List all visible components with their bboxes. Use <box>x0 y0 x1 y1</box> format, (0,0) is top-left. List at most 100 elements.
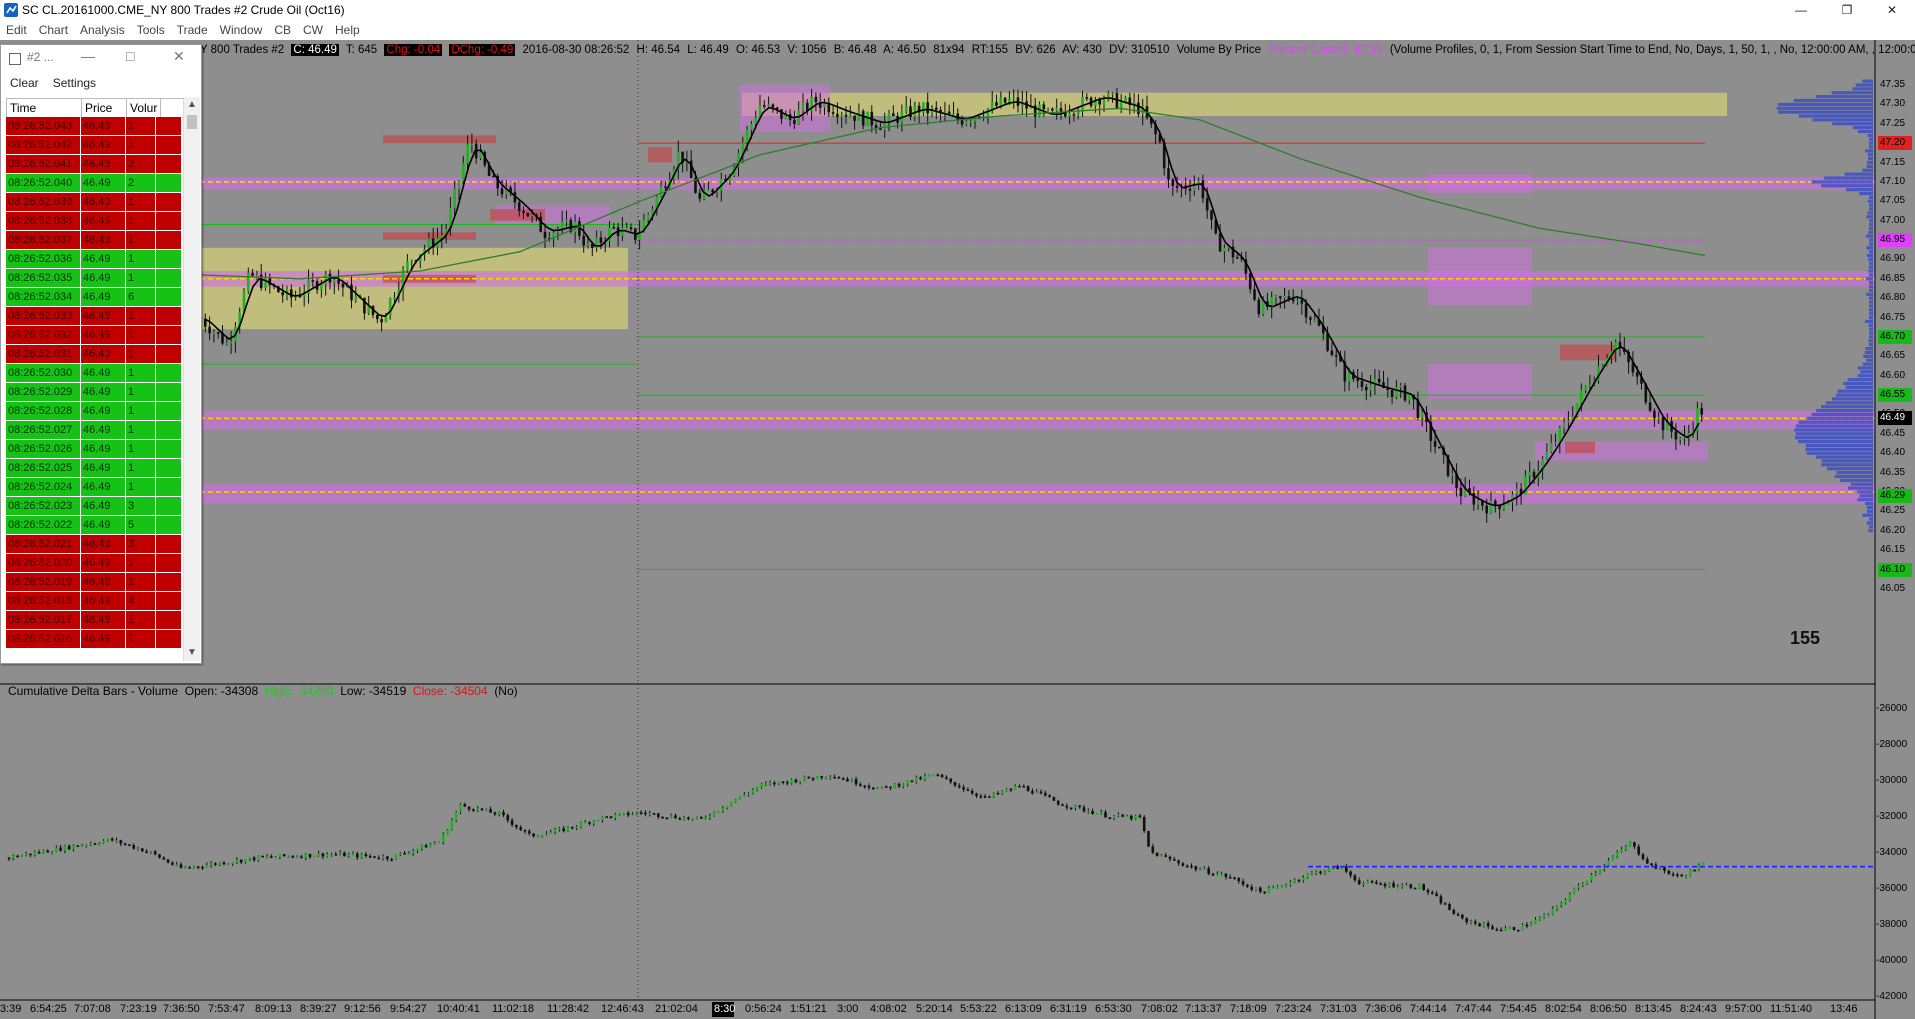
tns-row[interactable]: 08:26:52.040 46.49 2 <box>6 174 184 193</box>
delta-bar <box>270 856 273 858</box>
delta-bar <box>1276 885 1279 888</box>
tns-row[interactable]: 08:26:52.024 46.49 1 <box>6 478 184 497</box>
delta-bar <box>1517 930 1520 932</box>
col-volume[interactable]: Volur <box>127 99 161 117</box>
menu-trade[interactable]: Trade <box>171 20 214 40</box>
price-tick-label: 47.35 <box>1880 79 1906 90</box>
candle-body <box>990 102 994 109</box>
tns-row[interactable]: 08:26:52.016 46.49 1 <box>6 630 184 649</box>
time-tick-label: 12:46:43 <box>601 1003 644 1015</box>
delta-bar <box>923 776 927 780</box>
delta-bar <box>115 840 118 842</box>
chart-area[interactable] <box>0 40 1915 1019</box>
restore-button[interactable]: ❐ <box>1824 0 1870 20</box>
tns-row[interactable]: 08:26:52.042 46.49 1 <box>6 136 184 155</box>
delta-bar <box>1697 865 1701 870</box>
tns-settings-menu[interactable]: Settings <box>44 74 101 92</box>
tns-row[interactable]: 08:26:52.030 46.49 1 <box>6 364 184 383</box>
tns-row[interactable]: 08:26:52.028 46.49 1 <box>6 402 184 421</box>
menu-cw[interactable]: CW <box>297 20 329 40</box>
delta-bar <box>1478 923 1481 927</box>
tns-row[interactable]: 08:26:52.018 46.49 4 <box>6 592 184 611</box>
delta-bar <box>205 865 209 868</box>
tns-row[interactable]: 08:26:52.032 46.49 1 <box>6 326 184 345</box>
tns-row[interactable]: 08:26:52.025 46.49 1 <box>6 459 184 478</box>
tns-row[interactable]: 08:26:52.022 46.49 5 <box>6 516 184 535</box>
tns-extra <box>156 288 182 306</box>
delta-bar <box>1302 877 1305 881</box>
tns-row[interactable]: 08:26:52.031 46.49 1 <box>6 345 184 364</box>
time-tick-label: 7:53:47 <box>208 1003 245 1015</box>
delta-bar <box>1564 899 1567 903</box>
time-tick-label: 7:36:06 <box>1365 1003 1402 1015</box>
delta-bar <box>837 777 841 779</box>
tns-row[interactable]: 08:26:52.038 46.49 1 <box>6 212 184 231</box>
tns-row[interactable]: 08:26:52.033 46.49 1 <box>6 307 184 326</box>
menu-cb[interactable]: CB <box>268 20 297 40</box>
time-and-sales-window[interactable]: #2 ... — □ ✕ Clear Settings Time Price Vo… <box>0 44 202 664</box>
tns-row[interactable]: 08:26:52.023 46.49 3 <box>6 497 184 516</box>
volume-profile-bar <box>1869 335 1873 339</box>
scroll-down-icon[interactable]: ▼ <box>184 645 200 661</box>
tns-row[interactable]: 08:26:52.034 46.49 6 <box>6 288 184 307</box>
delta-bar <box>1001 791 1004 794</box>
header-ask: A: 46.50 <box>883 44 926 56</box>
delta-bar <box>454 811 458 821</box>
candle-body <box>208 326 211 334</box>
tns-row[interactable]: 08:26:52.019 46.49 1 <box>6 573 184 592</box>
tns-row[interactable]: 08:26:52.035 46.49 1 <box>6 269 184 288</box>
volume-profile-bar <box>1806 451 1873 455</box>
scroll-thumb[interactable] <box>187 115 197 129</box>
col-time[interactable]: Time <box>7 99 82 117</box>
time-tick-label: 7:07:08 <box>74 1003 111 1015</box>
delta-bar <box>1151 846 1155 853</box>
menu-window[interactable]: Window <box>214 20 269 40</box>
tns-row[interactable]: 08:26:52.021 46.49 3 <box>6 535 184 554</box>
menu-chart[interactable]: Chart <box>33 20 74 40</box>
delta-bar <box>33 852 37 855</box>
tns-time: 08:26:52.032 <box>6 326 81 344</box>
price-marker-label: 46.49 <box>1878 411 1912 426</box>
tns-clear-menu[interactable]: Clear <box>1 74 44 92</box>
volume-profile-bar <box>1848 486 1873 490</box>
candle-body <box>849 115 852 117</box>
tns-row[interactable]: 08:26:52.027 46.49 1 <box>6 421 184 440</box>
tns-row[interactable]: 08:26:52.036 46.49 1 <box>6 250 184 269</box>
tns-close-icon[interactable]: ✕ <box>173 48 185 65</box>
tns-minimize-icon[interactable]: — <box>81 48 95 64</box>
menu-analysis[interactable]: Analysis <box>74 20 131 40</box>
delta-bar <box>626 812 630 816</box>
scroll-up-icon[interactable]: ▲ <box>184 97 200 113</box>
tns-scrollbar[interactable]: ▲ ▼ <box>183 97 200 661</box>
tns-row[interactable]: 08:26:52.020 46.49 1 <box>6 554 184 573</box>
delta-bar <box>338 852 342 855</box>
tns-titlebar[interactable]: #2 ... — □ ✕ <box>1 45 201 71</box>
tns-time: 08:26:52.029 <box>6 383 81 401</box>
minimize-button[interactable]: — <box>1778 0 1824 20</box>
delta-bar <box>386 856 389 860</box>
col-price[interactable]: Price <box>82 99 127 117</box>
tns-time: 08:26:52.041 <box>6 155 81 173</box>
delta-bar <box>1646 859 1649 864</box>
close-button[interactable]: ✕ <box>1869 0 1915 20</box>
tns-row[interactable]: 08:26:52.017 46.49 1 <box>6 611 184 630</box>
volume-profile-bar <box>1867 133 1873 137</box>
tns-row[interactable]: 08:26:52.029 46.49 1 <box>6 383 184 402</box>
menu-help[interactable]: Help <box>329 20 366 40</box>
tns-row[interactable]: 08:26:52.039 46.49 1 <box>6 193 184 212</box>
tns-price: 46.49 <box>81 174 126 192</box>
tns-row[interactable]: 08:26:52.026 46.49 1 <box>6 440 184 459</box>
header-size: 81x94 <box>933 44 965 56</box>
tns-row[interactable]: 08:26:52.037 46.49 1 <box>6 231 184 250</box>
candle-body <box>470 143 474 146</box>
tns-maximize-icon[interactable]: □ <box>126 48 134 64</box>
delta-bar <box>863 785 866 788</box>
price-tick-label: 47.25 <box>1880 117 1906 129</box>
tns-row[interactable]: 08:26:52.043 46.49 1 <box>6 117 184 136</box>
delta-bar <box>691 818 694 820</box>
volume-profile-bar <box>1868 339 1873 343</box>
menu-edit[interactable]: Edit <box>0 20 33 40</box>
delta-bar <box>768 782 772 785</box>
menu-tools[interactable]: Tools <box>131 20 171 40</box>
tns-row[interactable]: 08:26:52.041 46.49 2 <box>6 155 184 174</box>
